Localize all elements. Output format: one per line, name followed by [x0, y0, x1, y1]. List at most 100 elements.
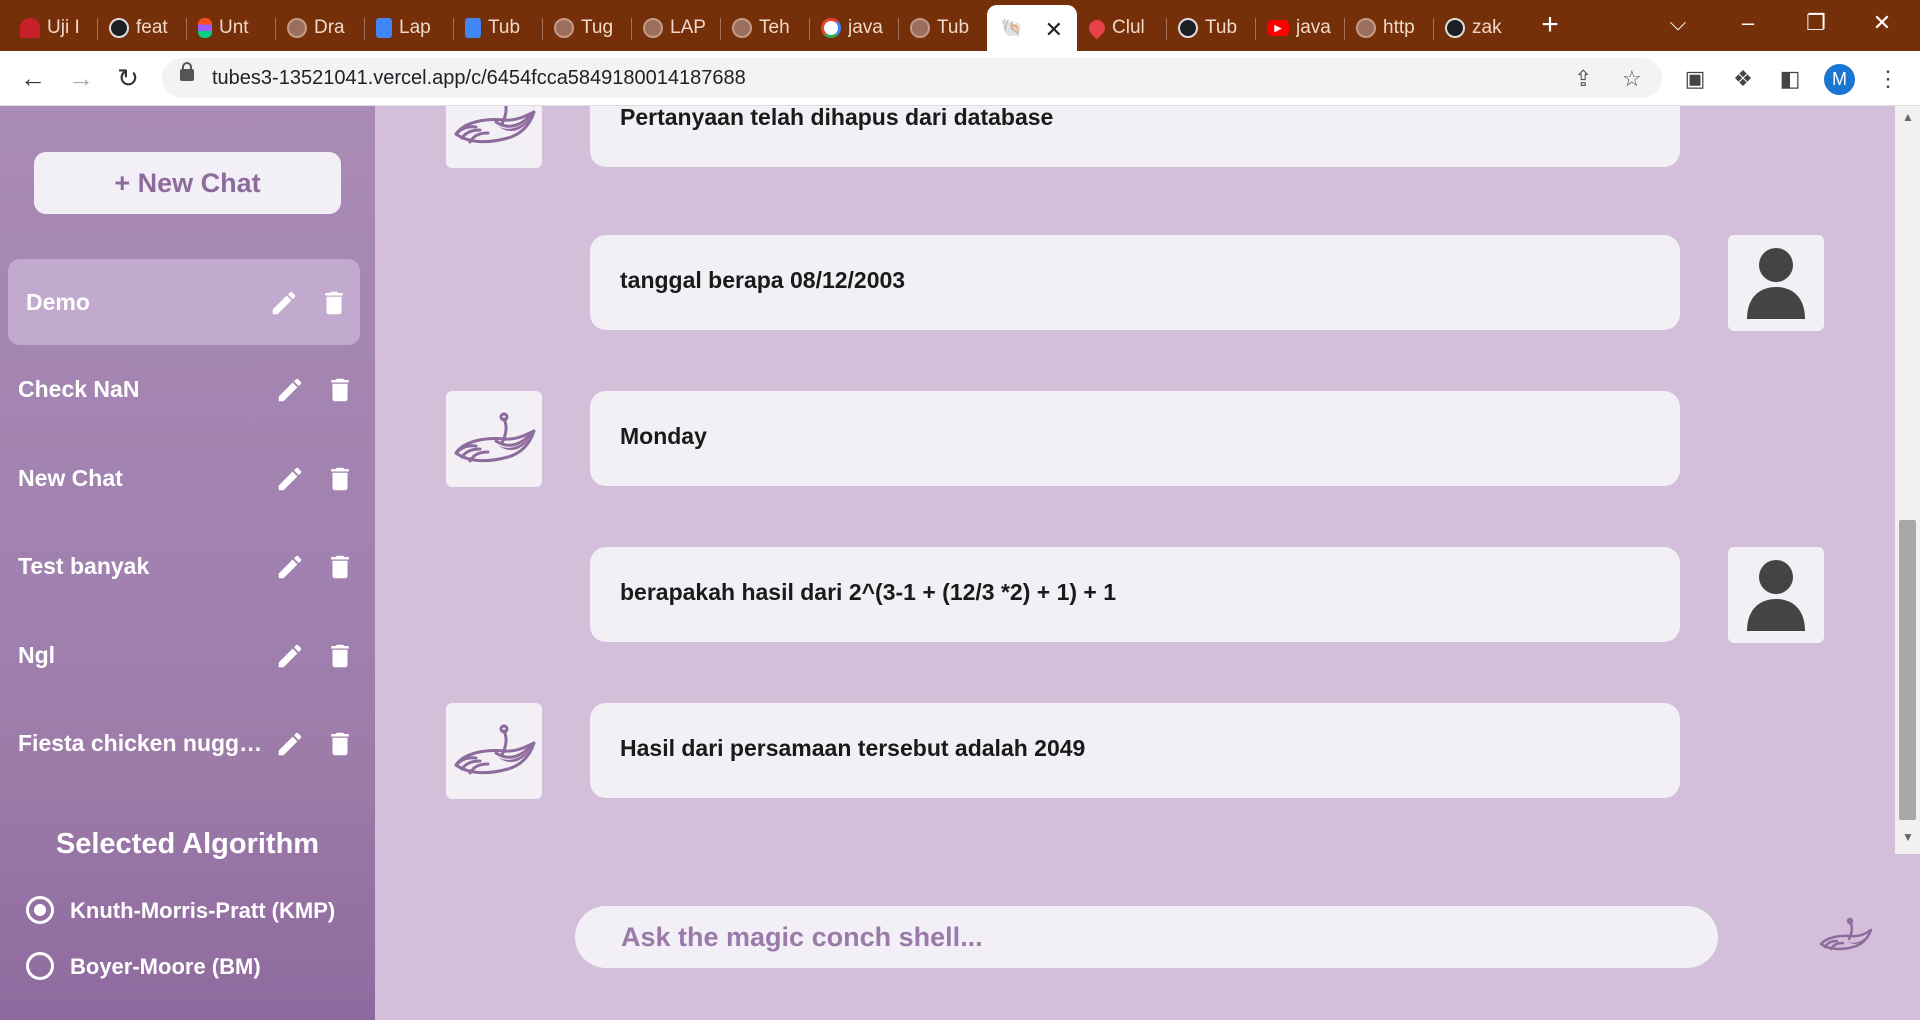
browser-tab[interactable]: java: [809, 5, 898, 51]
new-chat-button[interactable]: + New Chat: [34, 152, 341, 214]
message-bubble: Monday: [590, 391, 1680, 486]
browser-tab[interactable]: http: [1344, 5, 1433, 51]
message-text: berapakah hasil dari 2^(3-1 + (12/3 *2) …: [620, 579, 1117, 605]
menu-kebab-icon[interactable]: ⋮: [1874, 65, 1902, 93]
chat-item-ngl[interactable]: Ngl: [0, 612, 375, 698]
algorithm-panel: Selected Algorithm Knuth-Morris-Pratt (K…: [0, 802, 375, 1020]
forward-icon[interactable]: →: [64, 61, 98, 95]
browser-tab[interactable]: Uji I: [8, 5, 97, 51]
trash-icon[interactable]: [325, 641, 355, 671]
radio-unchecked-icon[interactable]: [26, 952, 54, 980]
conch-avatar: [446, 391, 542, 487]
browser-tab[interactable]: feat: [97, 5, 186, 51]
pencil-icon[interactable]: [275, 464, 305, 494]
youtube-icon: ▶: [1267, 20, 1289, 36]
share-icon[interactable]: ⇪: [1574, 66, 1592, 92]
sidebar: + New Chat Demo Check NaN New Chat Test …: [0, 106, 375, 1020]
conch-avatar: [446, 703, 542, 799]
docs-icon: [465, 18, 481, 38]
browser-tab[interactable]: zak: [1433, 5, 1522, 51]
chat-item-fiesta-chicken[interactable]: Fiesta chicken nuggets: [0, 700, 375, 786]
scrollbar-gap: [1895, 854, 1920, 1020]
user-icon: [1747, 560, 1805, 631]
reload-icon[interactable]: ↻: [111, 61, 145, 95]
globe-icon: [643, 18, 663, 38]
pencil-icon[interactable]: [275, 552, 305, 582]
trash-icon[interactable]: [325, 464, 355, 494]
message-text: tanggal berapa 08/12/2003: [620, 267, 906, 293]
red-icon: [20, 18, 40, 38]
chat-item-new-chat[interactable]: New Chat: [0, 435, 375, 521]
pencil-icon[interactable]: [275, 375, 305, 405]
browser-tab-strip: Uji I feat Unt Dra Lap Tub Tug LAP Teh j…: [0, 0, 1920, 51]
address-bar[interactable]: tubes3-13521041.vercel.app/c/6454fcca584…: [162, 58, 1662, 98]
trash-icon[interactable]: [319, 288, 349, 318]
browser-tab[interactable]: Tub: [898, 5, 987, 51]
globe-icon: [1356, 18, 1376, 38]
chat-item-test-banyak[interactable]: Test banyak: [0, 523, 375, 609]
conch-shell-icon: [454, 106, 536, 144]
chat-item-label: Check NaN: [18, 376, 140, 402]
algorithm-option-label[interactable]: Knuth-Morris-Pratt (KMP): [70, 898, 335, 924]
figma-icon: [198, 18, 212, 38]
user-avatar: [1728, 547, 1824, 643]
chat-area: Pertanyaan telah dihapus dari database t…: [375, 106, 1895, 1020]
pencil-icon[interactable]: [275, 641, 305, 671]
chat-item-label: Demo: [26, 289, 90, 315]
url-text[interactable]: tubes3-13521041.vercel.app/c/6454fcca584…: [212, 67, 746, 90]
message-bubble: Hasil dari persamaan tersebut adalah 204…: [590, 703, 1680, 798]
algorithm-option-label[interactable]: Boyer-Moore (BM): [70, 954, 261, 980]
close-tab-icon[interactable]: ✕: [1045, 17, 1063, 43]
puzzle-icon[interactable]: ❖: [1729, 65, 1757, 93]
lock-icon[interactable]: [180, 62, 194, 81]
tab-title: java: [1296, 17, 1331, 38]
browser-tab[interactable]: Tug: [542, 5, 631, 51]
profile-avatar[interactable]: M: [1824, 64, 1855, 95]
message-bubble: berapakah hasil dari 2^(3-1 + (12/3 *2) …: [590, 547, 1680, 642]
chat-input[interactable]: [621, 918, 1581, 956]
trash-icon[interactable]: [325, 552, 355, 582]
extension-icon[interactable]: ▣: [1681, 65, 1709, 93]
tab-search-icon[interactable]: ⌵: [1658, 6, 1698, 40]
browser-tab[interactable]: Tub: [1166, 5, 1255, 51]
scroll-up-arrow-icon[interactable]: ▲: [1902, 110, 1914, 124]
google-icon: [821, 18, 841, 38]
browser-tab[interactable]: LAP: [631, 5, 720, 51]
user-avatar: [1728, 235, 1824, 331]
radio-checked-icon[interactable]: [26, 896, 54, 924]
browser-tab[interactable]: Clul: [1077, 5, 1166, 51]
globe-icon: [287, 18, 307, 38]
close-window-icon[interactable]: ✕: [1862, 6, 1902, 40]
chat-input-bar: [575, 906, 1873, 968]
conch-send-icon[interactable]: [1815, 916, 1875, 960]
tab-title: feat: [136, 17, 168, 38]
trash-icon[interactable]: [325, 375, 355, 405]
browser-tab[interactable]: Tub: [453, 5, 542, 51]
pencil-icon[interactable]: [275, 729, 305, 759]
chat-item-demo[interactable]: Demo: [8, 259, 360, 345]
minimize-icon[interactable]: –: [1728, 6, 1768, 40]
browser-tab[interactable]: ▶ java: [1255, 5, 1344, 51]
browser-tab[interactable]: Lap: [364, 5, 453, 51]
browser-tab[interactable]: Teh: [720, 5, 809, 51]
pencil-icon[interactable]: [269, 288, 299, 318]
side-panel-icon[interactable]: ◧: [1776, 65, 1804, 93]
browser-tab[interactable]: Dra: [275, 5, 364, 51]
new-tab-button[interactable]: +: [1536, 8, 1564, 42]
star-icon[interactable]: ☆: [1622, 66, 1642, 92]
scroll-down-arrow-icon[interactable]: ▼: [1902, 830, 1914, 844]
browser-tab[interactable]: Unt: [186, 5, 275, 51]
browser-tab-active[interactable]: 🐚 ✕: [987, 5, 1077, 51]
trash-icon[interactable]: [325, 729, 355, 759]
tab-title: zak: [1472, 17, 1502, 38]
chat-item-check-nan[interactable]: Check NaN: [0, 346, 375, 432]
message-text: Pertanyaan telah dihapus dari database: [620, 106, 1054, 130]
restore-icon[interactable]: ❐: [1796, 6, 1836, 40]
chat-item-label: Ngl: [18, 642, 56, 668]
scroll-thumb[interactable]: [1899, 520, 1916, 820]
page-scrollbar[interactable]: ▲ ▼: [1895, 106, 1920, 1020]
user-icon: [1747, 248, 1805, 319]
tab-list: Uji I feat Unt Dra Lap Tub Tug LAP Teh j…: [8, 5, 1522, 51]
back-icon[interactable]: ←: [16, 61, 50, 95]
tab-title: Dra: [314, 17, 345, 38]
